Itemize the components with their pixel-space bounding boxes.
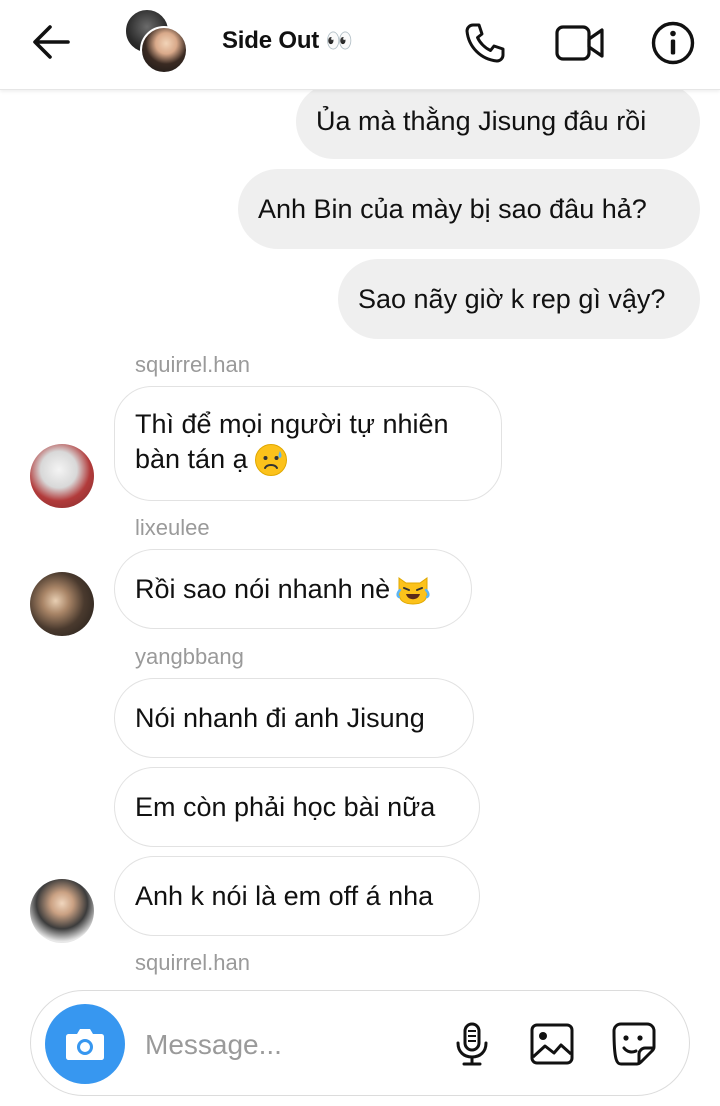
- message-text: Em còn phải học bài nữa: [135, 791, 436, 822]
- eyes-emoji: 👀: [325, 28, 353, 53]
- chat-title-text: Side Out: [222, 27, 320, 54]
- video-camera-icon[interactable]: [554, 20, 606, 66]
- incoming-message[interactable]: Rồi sao nói nhanh nè: [114, 549, 472, 629]
- sender-name: squirrel.han: [135, 352, 250, 377]
- gallery-icon[interactable]: [529, 1021, 575, 1067]
- message-input[interactable]: [145, 1025, 435, 1065]
- crying-laughing-cat-emoji: [396, 572, 430, 606]
- message-list[interactable]: Ủa mà thằng Jisung đâu rồi Anh Bin của m…: [0, 84, 720, 990]
- sender-name: lixeulee: [135, 515, 210, 540]
- microphone-icon[interactable]: [449, 1021, 495, 1067]
- message-composer: [30, 990, 690, 1096]
- sender-name: yangbbang: [135, 644, 244, 669]
- incoming-message[interactable]: Thì để mọi người tự nhiên bàn tán ạ: [114, 386, 502, 501]
- sticker-icon[interactable]: [611, 1021, 657, 1067]
- camera-icon: [66, 1029, 104, 1060]
- info-icon[interactable]: [650, 20, 696, 66]
- chat-title[interactable]: Side Out 👀: [222, 27, 353, 55]
- outgoing-message[interactable]: Ủa mà thằng Jisung đâu rồi: [296, 84, 700, 159]
- sad-sweat-face-emoji: [254, 443, 288, 477]
- message-text-line-1: Thì để mọi người tự nhiên: [135, 409, 449, 439]
- outgoing-message[interactable]: Sao nãy giờ k rep gì vậy?: [338, 259, 700, 339]
- chat-header: Side Out 👀: [0, 0, 720, 90]
- message-text-line-2: bàn tán ạ: [135, 444, 248, 474]
- message-text: Anh k nói là em off á nha: [135, 880, 434, 911]
- member-avatar-2: [140, 26, 188, 74]
- incoming-message[interactable]: Nói nhanh đi anh Jisung: [114, 678, 474, 758]
- outgoing-message[interactable]: Anh Bin của mày bị sao đâu hả?: [238, 169, 700, 249]
- user-avatar-squirrel-han[interactable]: [30, 444, 94, 508]
- user-avatar-lixeulee[interactable]: [30, 572, 94, 636]
- phone-icon[interactable]: [462, 20, 508, 66]
- group-avatar[interactable]: [124, 8, 190, 74]
- camera-button[interactable]: [45, 1004, 125, 1084]
- message-text: Sao nãy giờ k rep gì vậy?: [358, 283, 666, 314]
- message-text: Ủa mà thằng Jisung đâu rồi: [316, 106, 647, 136]
- message-text: Anh Bin của mày bị sao đâu hả?: [258, 193, 647, 224]
- back-arrow-icon[interactable]: [30, 22, 72, 62]
- typing-sender-name: squirrel.han: [135, 950, 250, 975]
- incoming-message[interactable]: Em còn phải học bài nữa: [114, 767, 480, 847]
- incoming-message[interactable]: Anh k nói là em off á nha: [114, 856, 480, 936]
- message-text: Rồi sao nói nhanh nè: [135, 573, 391, 604]
- user-avatar-yangbbang[interactable]: [30, 879, 94, 943]
- message-text: Nói nhanh đi anh Jisung: [135, 702, 425, 733]
